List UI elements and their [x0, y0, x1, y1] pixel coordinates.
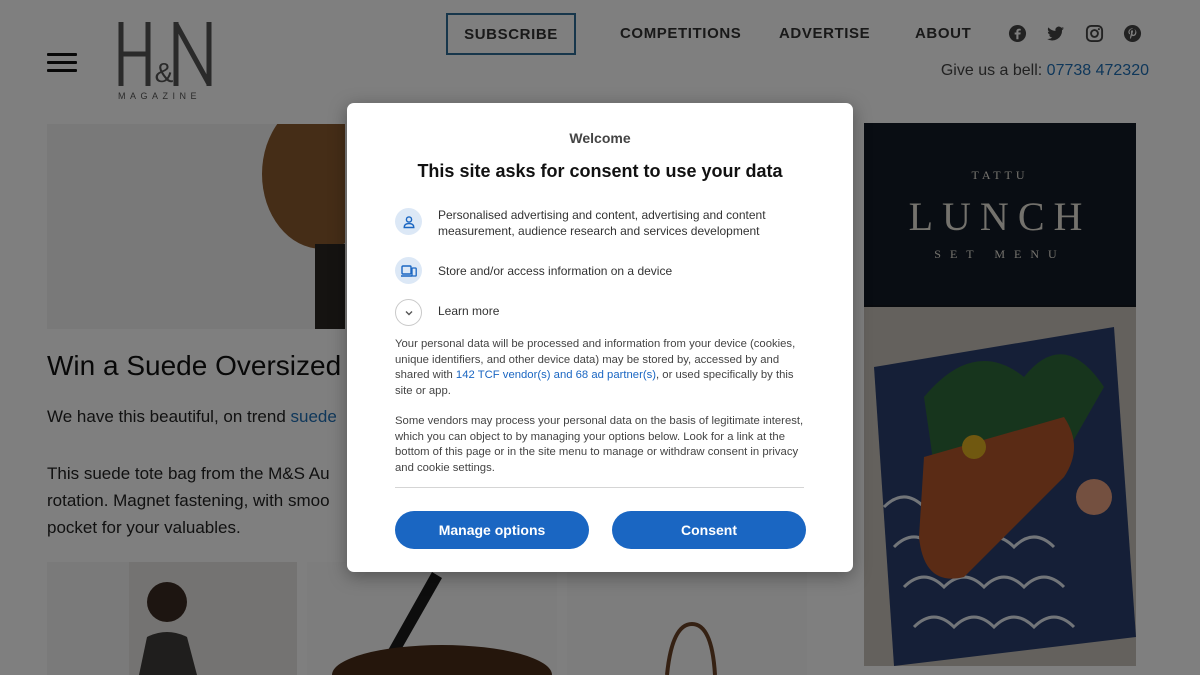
dialog-title: This site asks for consent to use your d… [417, 161, 783, 181]
devices-icon [395, 257, 422, 284]
person-icon [395, 208, 422, 235]
manage-options-button[interactable]: Manage options [395, 511, 589, 549]
consent-dialog: Welcome This site asks for consent to us… [347, 103, 853, 572]
consent-button[interactable]: Consent [612, 511, 806, 549]
purpose-personalised-ads: Personalised advertising and content, ad… [438, 208, 766, 238]
purpose-store-access: Store and/or access information on a dev… [438, 264, 673, 278]
chevron-down-icon[interactable] [395, 299, 422, 326]
consent-paragraph-vendors: Your personal data will be processed and… [395, 337, 807, 399]
consent-paragraph-legitimate-interest: Some vendors may process your personal d… [395, 415, 804, 474]
vendors-link[interactable]: 142 TCF vendor(s) and 68 ad partner(s) [456, 369, 656, 381]
dialog-divider [395, 487, 804, 488]
dialog-welcome: Welcome [569, 130, 631, 146]
learn-more-link[interactable]: Learn more [438, 304, 499, 318]
